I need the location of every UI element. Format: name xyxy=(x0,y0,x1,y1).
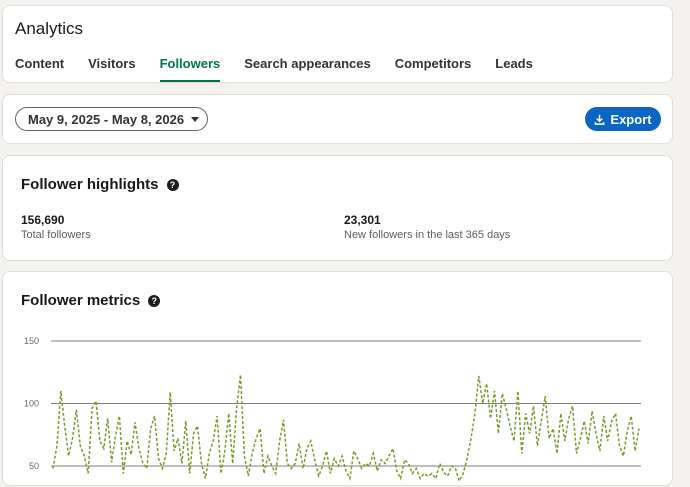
tab-competitors[interactable]: Competitors xyxy=(395,55,472,82)
download-icon xyxy=(595,114,605,125)
highlights-title: Follower highlights xyxy=(21,176,159,193)
metrics-heading: Follower metrics ? xyxy=(21,292,161,309)
tab-bar: Content Visitors Followers Search appear… xyxy=(15,55,557,82)
total-followers-stat: 156,690 Total followers xyxy=(21,213,91,241)
export-button[interactable]: Export xyxy=(585,107,661,131)
caret-down-icon xyxy=(191,116,200,122)
new-followers-label: New followers in the last 365 days xyxy=(344,229,511,241)
follower-metrics-chart: 150 100 50 xyxy=(24,336,641,483)
y-tick-label: 150 xyxy=(24,336,39,346)
highlights-heading: Follower highlights ? xyxy=(21,176,179,193)
filter-card: May 9, 2025 - May 8, 2026 Export xyxy=(2,94,673,144)
follower-metrics-card: Follower metrics ? 150 100 50 xyxy=(2,271,673,486)
tab-content[interactable]: Content xyxy=(15,55,64,82)
analytics-nav-card: Analytics Content Visitors Followers Sea… xyxy=(2,5,673,83)
question-circle-icon[interactable]: ? xyxy=(148,294,161,307)
total-followers-label: Total followers xyxy=(21,229,91,241)
metrics-title: Follower metrics xyxy=(21,292,141,309)
date-range-dropdown[interactable]: May 9, 2025 - May 8, 2026 xyxy=(15,107,208,131)
y-tick-label: 50 xyxy=(29,461,39,471)
date-range-label: May 9, 2025 - May 8, 2026 xyxy=(28,111,185,127)
tab-followers[interactable]: Followers xyxy=(159,55,221,82)
series-line xyxy=(52,374,640,483)
tab-leads[interactable]: Leads xyxy=(495,55,533,82)
tab-search-appearances[interactable]: Search appearances xyxy=(244,55,370,82)
total-followers-value: 156,690 xyxy=(21,213,65,227)
page-title: Analytics xyxy=(15,19,84,38)
y-tick-label: 100 xyxy=(24,399,39,409)
follower-highlights-card: Follower highlights ? 156,690 Total foll… xyxy=(2,155,673,261)
question-circle-icon[interactable]: ? xyxy=(166,178,179,191)
new-followers-value: 23,301 xyxy=(344,213,381,227)
new-followers-stat: 23,301 New followers in the last 365 day… xyxy=(344,213,510,241)
export-label: Export xyxy=(610,111,652,127)
tab-visitors[interactable]: Visitors xyxy=(88,55,135,82)
